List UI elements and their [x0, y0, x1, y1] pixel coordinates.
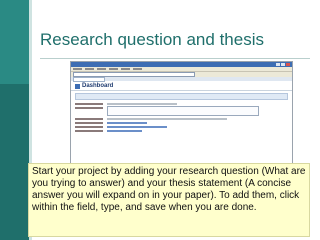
- thesis-label: [75, 107, 103, 109]
- thesis-row: [75, 106, 288, 116]
- collaborators-label: [75, 130, 103, 132]
- research-question-label: [75, 103, 103, 105]
- instruction-callout: Start your project by adding your resear…: [28, 163, 310, 237]
- browser-tab: [73, 76, 105, 82]
- browser-titlebar: [71, 62, 292, 67]
- sharing-row: [75, 125, 288, 128]
- due-label: [75, 122, 103, 124]
- embedded-screenshot: Dashboard: [70, 61, 293, 164]
- research-question-field: [107, 103, 177, 105]
- collaborators-row: [75, 129, 288, 132]
- collaborators-field: [107, 130, 142, 132]
- dashboard-title: Dashboard: [82, 83, 114, 89]
- title-divider: [40, 58, 310, 59]
- browser-tabbar: [71, 76, 292, 82]
- slide-accent-band: [0, 0, 29, 84]
- dashboard-header: Dashboard: [71, 82, 292, 91]
- notes-field: [107, 118, 227, 120]
- instruction-text: Start your project by adding your resear…: [32, 166, 306, 213]
- notes-label: [75, 118, 103, 120]
- dashboard-icon: [75, 83, 80, 89]
- slide-title: Research question and thesis: [40, 30, 264, 49]
- project-bar: [75, 93, 288, 100]
- slide-accent-bar: [0, 0, 32, 240]
- maximize-icon: [281, 63, 285, 66]
- due-row: [75, 121, 288, 124]
- close-icon: [286, 63, 290, 66]
- minimize-icon: [276, 63, 280, 66]
- sharing-field: [107, 126, 167, 128]
- screenshot-content: Dashboard: [71, 82, 292, 163]
- research-question-row: [75, 102, 288, 105]
- thesis-field: [107, 106, 259, 116]
- notes-row: [75, 117, 288, 120]
- sharing-label: [75, 126, 103, 128]
- due-field: [107, 122, 147, 124]
